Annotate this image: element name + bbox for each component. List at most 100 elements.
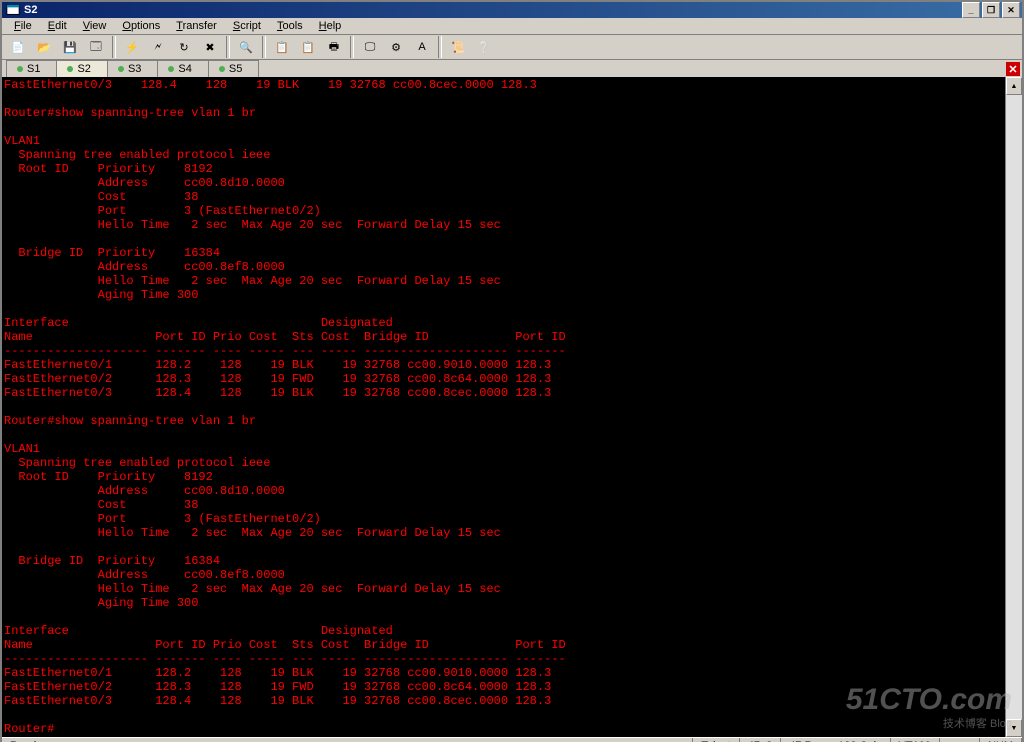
tab-s3[interactable]: S3 [107, 60, 158, 77]
status-cursor-pos: 47, 8 [740, 738, 781, 742]
status-bullet-icon [168, 66, 174, 72]
open-icon[interactable]: 📂 [32, 35, 56, 59]
status-term: VT100 [891, 738, 940, 742]
terminal-line [4, 120, 1003, 134]
help-icon[interactable]: ❔ [472, 35, 496, 59]
paste-icon[interactable]: 📋 [296, 35, 320, 59]
tab-label: S5 [229, 63, 242, 75]
toolbar-separator [438, 36, 442, 58]
terminal-line: Hello Time 2 sec Max Age 20 sec Forward … [4, 582, 1003, 596]
toolbar: 📄📂💾🗔⚡🗲↻✖🔍📋📋🖶🖵⚙A📜❔ [2, 35, 1022, 60]
terminal-line: Port 3 (FastEthernet0/2) [4, 512, 1003, 526]
statusbar: Ready Telnet 47, 8 47 Rows, 132 Cols VT1… [2, 737, 1022, 742]
terminal-line: Spanning tree enabled protocol ieee [4, 148, 1003, 162]
status-num: NUM [980, 738, 1022, 742]
tab-label: S1 [27, 63, 40, 75]
status-caps [940, 738, 980, 742]
status-ready: Ready [2, 738, 693, 742]
terminal-line: Port 3 (FastEthernet0/2) [4, 204, 1003, 218]
session-icon[interactable]: 🖵 [358, 35, 382, 59]
tab-close-button[interactable]: ✕ [1006, 62, 1020, 76]
terminal-line: Bridge ID Priority 16384 [4, 554, 1003, 568]
terminal-line: Spanning tree enabled protocol ieee [4, 456, 1003, 470]
terminal-line [4, 232, 1003, 246]
terminal-line: Root ID Priority 8192 [4, 162, 1003, 176]
tab-label: S4 [178, 63, 191, 75]
close-button[interactable]: ✕ [1002, 2, 1020, 18]
terminal-line: Root ID Priority 8192 [4, 470, 1003, 484]
terminal-line: VLAN1 [4, 442, 1003, 456]
tab-s5[interactable]: S5 [208, 60, 259, 77]
scroll-down-button[interactable]: ▼ [1006, 719, 1022, 737]
terminal-line [4, 428, 1003, 442]
status-bullet-icon [17, 66, 23, 72]
toolbar-separator [226, 36, 230, 58]
menu-options[interactable]: Options [114, 18, 168, 34]
tab-s2[interactable]: S2 [56, 60, 107, 77]
menu-tools[interactable]: Tools [269, 18, 311, 34]
options-icon[interactable]: ⚙ [384, 35, 408, 59]
status-bullet-icon [67, 66, 73, 72]
terminal-line: Aging Time 300 [4, 596, 1003, 610]
terminal-line: Interface Designated [4, 316, 1003, 330]
menu-script[interactable]: Script [225, 18, 269, 34]
reconnect-icon[interactable]: ↻ [172, 35, 196, 59]
terminal[interactable]: FastEthernet0/3 128.4 128 19 BLK 19 3276… [2, 77, 1005, 737]
terminal-line: FastEthernet0/2 128.3 128 19 FWD 19 3276… [4, 680, 1003, 694]
scroll-track[interactable] [1006, 95, 1022, 719]
status-bullet-icon [118, 66, 124, 72]
terminal-line: Address cc00.8d10.0000 [4, 176, 1003, 190]
terminal-line: Router# [4, 722, 1003, 736]
terminal-line: FastEthernet0/3 128.4 128 19 BLK 19 3276… [4, 386, 1003, 400]
terminal-line: Hello Time 2 sec Max Age 20 sec Forward … [4, 526, 1003, 540]
terminal-area: FastEthernet0/3 128.4 128 19 BLK 19 3276… [2, 77, 1022, 737]
vertical-scrollbar[interactable]: ▲ ▼ [1005, 77, 1022, 737]
menu-transfer[interactable]: Transfer [168, 18, 225, 34]
quick-icon[interactable]: 🗲 [146, 35, 170, 59]
terminal-line: VLAN1 [4, 134, 1003, 148]
print-icon[interactable]: 🖶 [322, 35, 346, 59]
disconnect-icon[interactable]: ✖ [198, 35, 222, 59]
font-icon[interactable]: A [410, 35, 434, 59]
terminal-line: -------------------- ------- ---- ----- … [4, 344, 1003, 358]
scroll-up-button[interactable]: ▲ [1006, 77, 1022, 95]
toolbar-separator [350, 36, 354, 58]
terminal-line: Interface Designated [4, 624, 1003, 638]
terminal-line: Router#show spanning-tree vlan 1 br [4, 106, 1003, 120]
tab-s1[interactable]: S1 [6, 60, 57, 77]
status-size: 47 Rows, 132 Cols [781, 738, 890, 742]
search-icon[interactable]: 🔍 [234, 35, 258, 59]
menu-view[interactable]: View [75, 18, 115, 34]
menu-file[interactable]: File [6, 18, 40, 34]
script-icon[interactable]: 📜 [446, 35, 470, 59]
terminal-line: Hello Time 2 sec Max Age 20 sec Forward … [4, 274, 1003, 288]
window-title: S2 [24, 4, 37, 16]
titlebar[interactable]: S2 _ ❐ ✕ [2, 2, 1022, 18]
props-icon[interactable]: 🗔 [84, 35, 108, 59]
terminal-line [4, 400, 1003, 414]
status-bullet-icon [219, 66, 225, 72]
toolbar-separator [262, 36, 266, 58]
toolbar-separator [112, 36, 116, 58]
connect-icon[interactable]: ⚡ [120, 35, 144, 59]
terminal-line: Name Port ID Prio Cost Sts Cost Bridge I… [4, 330, 1003, 344]
terminal-line: Name Port ID Prio Cost Sts Cost Bridge I… [4, 638, 1003, 652]
tab-s4[interactable]: S4 [157, 60, 208, 77]
terminal-line: FastEthernet0/1 128.2 128 19 BLK 19 3276… [4, 666, 1003, 680]
new-icon[interactable]: 📄 [6, 35, 30, 59]
menu-edit[interactable]: Edit [40, 18, 75, 34]
tab-label: S3 [128, 63, 141, 75]
save-icon[interactable]: 💾 [58, 35, 82, 59]
terminal-line: FastEthernet0/3 128.4 128 19 BLK 19 3276… [4, 78, 1003, 92]
terminal-line: FastEthernet0/2 128.3 128 19 FWD 19 3276… [4, 372, 1003, 386]
menu-help[interactable]: Help [311, 18, 350, 34]
app-window: S2 _ ❐ ✕ FileEditViewOptionsTransferScri… [0, 0, 1024, 742]
terminal-line: Bridge ID Priority 16384 [4, 246, 1003, 260]
terminal-line: Cost 38 [4, 498, 1003, 512]
terminal-line: Aging Time 300 [4, 288, 1003, 302]
maximize-button[interactable]: ❐ [982, 2, 1000, 18]
copy-icon[interactable]: 📋 [270, 35, 294, 59]
terminal-line: Address cc00.8ef8.0000 [4, 568, 1003, 582]
minimize-button[interactable]: _ [962, 2, 980, 18]
terminal-line: Cost 38 [4, 190, 1003, 204]
